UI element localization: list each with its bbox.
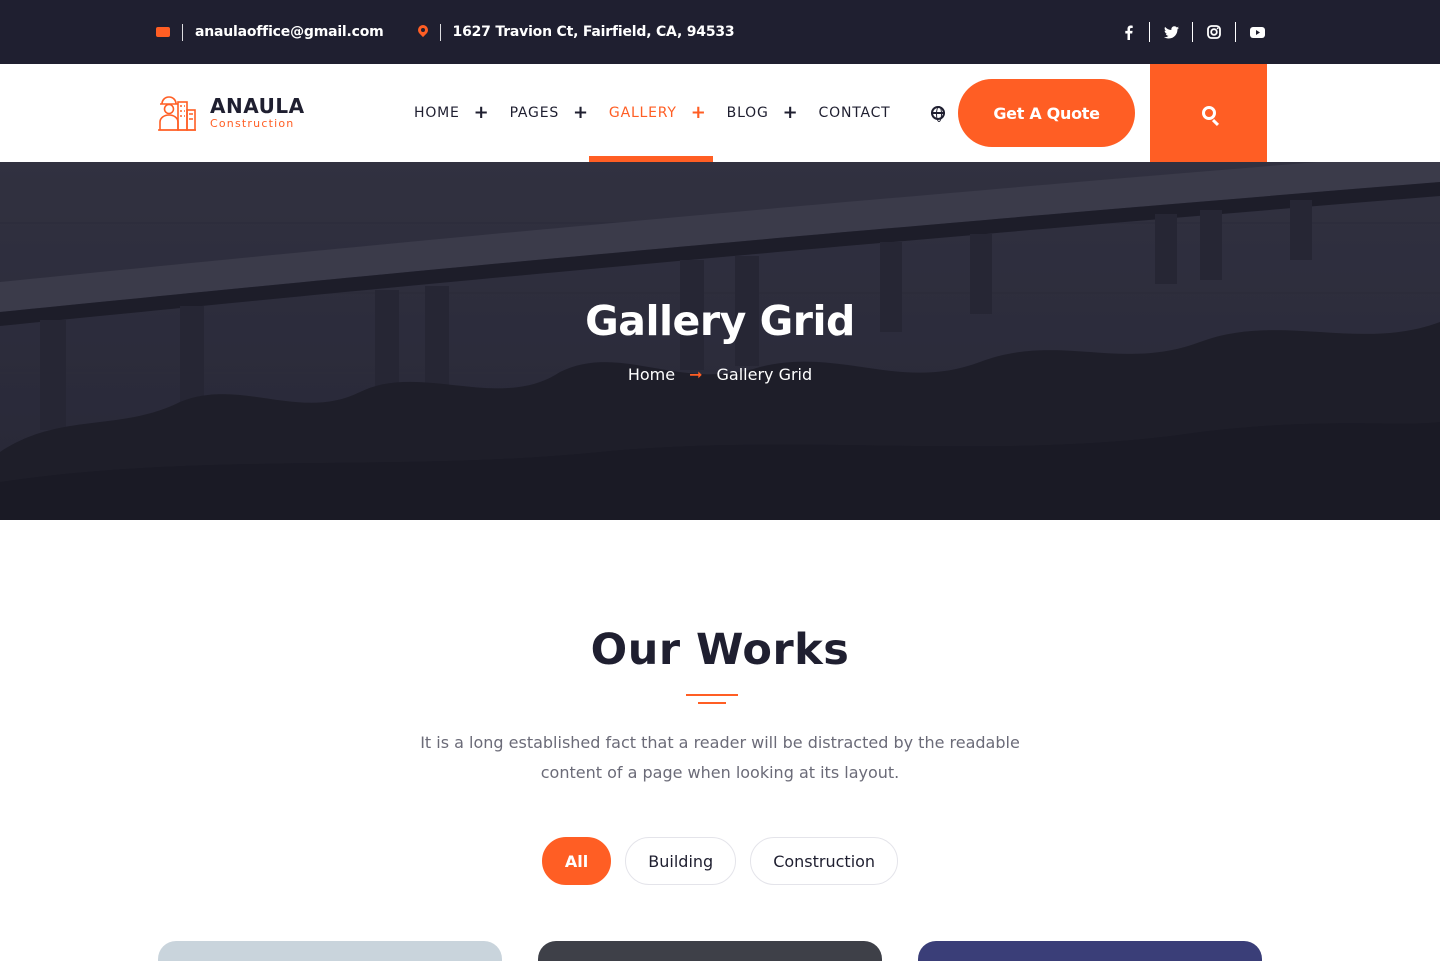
- divider: [439, 23, 441, 41]
- email-contact[interactable]: anaulaoffice@gmail.com: [156, 23, 384, 41]
- facebook-icon[interactable]: [1117, 21, 1139, 43]
- nav-item-pages[interactable]: PAGES +: [510, 64, 589, 162]
- map-pin-icon: [418, 25, 428, 39]
- brand-tagline: Construction: [210, 117, 295, 130]
- breadcrumb: Home ➞ Gallery Grid: [0, 365, 1440, 384]
- address-text: 1627 Travion Ct, Fairfield, CA, 94533: [452, 24, 735, 40]
- nav-item-blog[interactable]: BLOG +: [727, 64, 799, 162]
- construction-worker-logo-icon: [158, 96, 196, 131]
- globe-icon: [930, 106, 945, 122]
- plus-icon: +: [782, 102, 799, 123]
- main-header: ANAULA Construction HOME + PAGES + GALLE…: [0, 64, 1440, 162]
- main-nav: HOME + PAGES + GALLERY + BLOG + CONTACT …: [414, 64, 974, 162]
- plus-icon: +: [690, 102, 707, 123]
- contact-info: anaulaoffice@gmail.com 1627 Travion Ct, …: [156, 0, 735, 64]
- plus-icon: +: [573, 102, 589, 123]
- nav-label: CONTACT: [818, 105, 891, 121]
- nav-item-home[interactable]: HOME +: [414, 64, 490, 162]
- nav-item-contact[interactable]: CONTACT: [819, 64, 891, 162]
- nav-label: BLOG: [726, 105, 769, 121]
- search-button[interactable]: [1150, 64, 1267, 162]
- nav-label: PAGES: [509, 105, 560, 121]
- get-a-quote-button[interactable]: Get A Quote: [958, 79, 1135, 147]
- gallery-item[interactable]: [158, 941, 502, 961]
- gallery-grid: [0, 941, 1440, 961]
- site-logo[interactable]: ANAULA Construction: [156, 92, 305, 134]
- plus-icon: +: [473, 102, 490, 123]
- title-underline: [686, 694, 738, 696]
- social-links: [1117, 0, 1268, 64]
- email-text[interactable]: anaulaoffice@gmail.com: [195, 24, 384, 40]
- divider: [182, 23, 183, 41]
- arrow-right-icon: ➞: [689, 365, 703, 384]
- nav-label: GALLERY: [608, 105, 677, 121]
- instagram-icon[interactable]: [1203, 21, 1225, 43]
- filter-building-button[interactable]: Building: [625, 837, 737, 885]
- page-hero-banner: Gallery Grid Home ➞ Gallery Grid: [0, 162, 1440, 520]
- breadcrumb-home-link[interactable]: Home: [628, 365, 675, 384]
- page-title: Gallery Grid: [585, 297, 855, 345]
- gallery-filters: All Building Construction: [0, 837, 1440, 885]
- twitter-icon[interactable]: [1160, 21, 1182, 43]
- youtube-icon[interactable]: [1246, 21, 1268, 43]
- gallery-item[interactable]: [918, 941, 1262, 961]
- breadcrumb-current: Gallery Grid: [716, 365, 813, 384]
- search-icon: [1201, 106, 1216, 120]
- filter-construction-button[interactable]: Construction: [750, 837, 899, 885]
- brand-name: ANAULA: [210, 94, 305, 118]
- section-title: Our Works: [590, 625, 850, 675]
- gallery-item[interactable]: [538, 941, 882, 961]
- address-contact: 1627 Travion Ct, Fairfield, CA, 94533: [418, 23, 735, 41]
- nav-label: HOME: [414, 105, 460, 121]
- nav-item-gallery[interactable]: GALLERY +: [588, 64, 713, 162]
- section-description: It is a long established fact that a rea…: [420, 733, 1020, 782]
- title-underline: [698, 702, 726, 704]
- filter-all-button[interactable]: All: [541, 837, 612, 885]
- top-bar: anaulaoffice@gmail.com 1627 Travion Ct, …: [0, 0, 1440, 64]
- envelope-icon: [156, 27, 170, 37]
